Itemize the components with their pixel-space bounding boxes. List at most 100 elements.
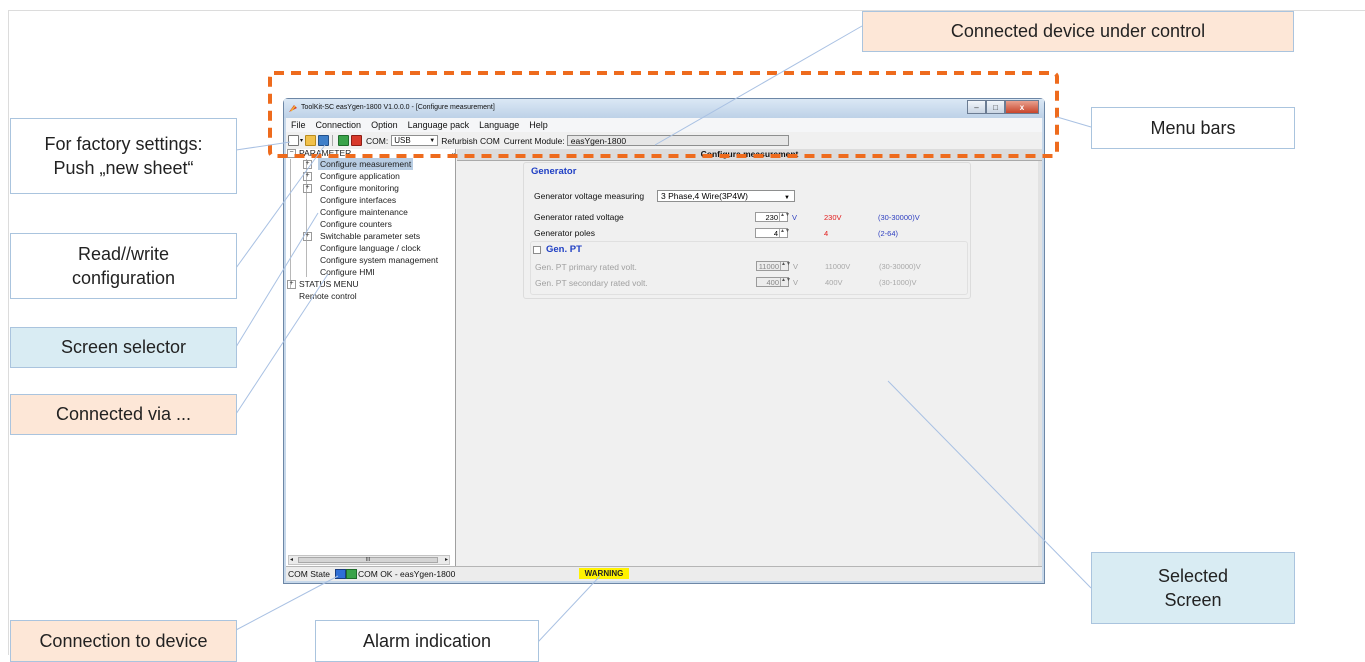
collapse-icon[interactable]: − <box>287 149 296 159</box>
tree-item-configure-system-management[interactable]: Configure system management <box>320 254 438 266</box>
current-module-label: Current Module: <box>503 135 565 146</box>
spin-arrows-icon[interactable]: ▲▼ <box>779 213 790 221</box>
menu-language[interactable]: Language <box>474 120 524 130</box>
tree-item-configure-language-clock[interactable]: Configure language / clock <box>320 242 421 254</box>
generator-group-title: Generator <box>531 166 577 177</box>
collapse-panel-button[interactable]: « <box>451 149 455 160</box>
callout-device-under-control: Connected device under control <box>862 11 1294 52</box>
gen-pt-checkbox[interactable] <box>533 246 541 254</box>
pt-primary-unit: V <box>793 262 799 271</box>
screen-title: Configure measurement <box>700 149 799 159</box>
poles-value: 4 <box>773 229 778 238</box>
open-folder-icon[interactable] <box>305 135 317 146</box>
current-module-field: easYgen-1800 <box>566 135 789 146</box>
status-bar: COM State COM OK - easYgen-1800 WARNING <box>286 566 1042 581</box>
current-module-value: easYgen-1800 <box>570 135 627 146</box>
save-icon[interactable] <box>318 135 330 146</box>
pt-secondary-value: 400 <box>766 278 779 287</box>
close-button[interactable]: x <box>1005 100 1039 114</box>
pt-primary-range: (30-30000)V <box>879 262 921 271</box>
poles-range: (2-64) <box>878 229 899 238</box>
app-icon <box>289 105 297 112</box>
callout-read-write-line1: Read//write <box>77 243 170 264</box>
minimize-button[interactable]: – <box>967 100 986 114</box>
window-title: ToolKit-SC easYgen-1800 V1.0.0.0 - [Conf… <box>301 104 495 111</box>
screen-header: « Configure measurement <box>451 149 1042 161</box>
maximize-button[interactable]: □ <box>986 100 1005 114</box>
expand-icon[interactable]: + <box>303 232 312 241</box>
tree-item-configure-measurement[interactable]: Configure measurement <box>318 158 414 170</box>
pt-primary-input[interactable]: 11000 ▲▼ <box>756 261 791 271</box>
tree-item-configure-counters[interactable]: Configure counters <box>320 218 392 230</box>
connection-ok-icon <box>346 569 357 579</box>
pt-secondary-input[interactable]: 400 ▲▼ <box>756 277 791 287</box>
voltage-measuring-select[interactable]: 3 Phase,4 Wire(3P4W) ▼ <box>657 190 795 202</box>
connection-icon <box>335 569 346 579</box>
callout-menu-bars-text: Menu bars <box>1150 117 1236 138</box>
menu-language-pack[interactable]: Language pack <box>403 120 475 130</box>
read-device-icon[interactable] <box>338 135 350 146</box>
spin-arrows-icon[interactable]: ▲▼ <box>780 278 791 286</box>
expand-icon[interactable]: + <box>303 184 312 193</box>
toolbar-separator <box>332 135 334 146</box>
callout-screen-selector: Screen selector <box>10 327 237 368</box>
tree-item-switchable-parameter-sets[interactable]: Switchable parameter sets <box>320 230 420 242</box>
poles-input[interactable]: 4 ▲▼ <box>755 228 790 238</box>
screen-selector-tree: − PARAMETER Configure measurement + Confi… <box>286 149 456 567</box>
refurbish-com-button[interactable]: Refurbish COM <box>441 136 500 146</box>
chevron-down-icon: ▼ <box>429 138 436 144</box>
spin-arrows-icon[interactable]: ▲▼ <box>780 262 791 270</box>
content-vertical-scrollbar[interactable] <box>1038 161 1042 567</box>
expand-icon[interactable]: + <box>287 280 296 290</box>
toolbar: ▾ COM: USB ▼ Refurbish COM Current Modul… <box>286 133 1042 148</box>
tree-item-configure-hmi[interactable]: Configure HMI <box>320 266 375 278</box>
rated-voltage-input[interactable]: 230 ▲▼ <box>755 212 790 222</box>
menu-file[interactable]: File <box>286 120 311 130</box>
pt-secondary-unit: V <box>793 278 799 287</box>
spin-arrows-icon[interactable]: ▲▼ <box>779 229 790 237</box>
scroll-thumb[interactable]: III <box>298 557 438 563</box>
tree-item-remote-control[interactable]: Remote control <box>299 290 357 302</box>
callout-read-write-line2: configuration <box>71 268 176 288</box>
callout-selected-line2: Screen <box>1164 590 1222 610</box>
frame-left-line <box>8 10 9 655</box>
com-state-label: COM State <box>288 569 331 579</box>
menu-help[interactable]: Help <box>524 120 553 130</box>
poles-label: Generator poles <box>534 228 595 238</box>
com-select[interactable]: USB ▼ <box>391 135 439 146</box>
title-bar: ToolKit-SC easYgen-1800 V1.0.0.0 - [Conf… <box>284 99 1044 118</box>
new-sheet-icon[interactable] <box>288 135 299 146</box>
pt-primary-device-value: 11000V <box>825 262 851 271</box>
tree-item-configure-application[interactable]: Configure application <box>320 170 400 182</box>
voltage-measuring-value: 3 Phase,4 Wire(3P4W) <box>661 191 748 201</box>
rated-voltage-range: (30-30000)V <box>878 213 920 222</box>
tree-horizontal-scrollbar[interactable]: ◂ III ▸ <box>288 555 450 565</box>
menu-connection[interactable]: Connection <box>311 120 367 130</box>
rated-voltage-label: Generator rated voltage <box>534 212 624 222</box>
scroll-right-arrow-icon[interactable]: ▸ <box>445 556 448 563</box>
callout-factory-line2: Push „new sheet“ <box>53 158 194 178</box>
expand-icon[interactable]: + <box>303 172 312 181</box>
leader-factory <box>235 141 291 151</box>
pt-primary-value: 11000 <box>758 262 779 271</box>
callout-connected-via: Connected via ... <box>10 394 237 435</box>
pt-primary-label: Gen. PT primary rated volt. <box>535 262 637 272</box>
pt-secondary-device-value: 400V <box>825 278 843 287</box>
leader-alarm <box>537 575 601 643</box>
tree-item-configure-interfaces[interactable]: Configure interfaces <box>320 194 396 206</box>
tree-item-configure-monitoring[interactable]: Configure monitoring <box>320 182 399 194</box>
new-sheet-dropdown-icon[interactable]: ▾ <box>300 137 303 144</box>
callout-alarm-indication: Alarm indication <box>315 620 539 662</box>
callout-factory-line1: For factory settings: <box>44 133 203 154</box>
pt-secondary-label: Gen. PT secondary rated volt. <box>535 278 648 288</box>
expand-icon[interactable]: + <box>303 160 312 169</box>
scroll-left-arrow-icon[interactable]: ◂ <box>290 556 293 563</box>
window-controls: – □ x <box>967 100 1039 114</box>
tree-item-status-menu[interactable]: + STATUS MENU <box>287 278 359 290</box>
tree-item-configure-maintenance[interactable]: Configure maintenance <box>320 206 408 218</box>
rated-voltage-device-value: 230V <box>824 213 842 222</box>
write-device-icon[interactable] <box>351 135 363 146</box>
warning-indicator[interactable]: WARNING <box>579 568 629 579</box>
menu-option[interactable]: Option <box>366 120 403 130</box>
menu-bar: File Connection Option Language pack Lan… <box>286 118 1042 132</box>
